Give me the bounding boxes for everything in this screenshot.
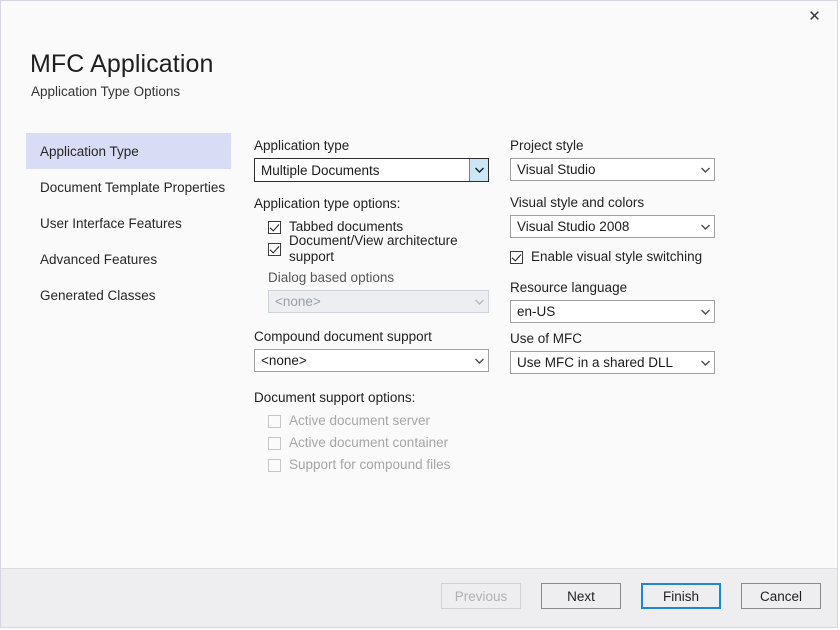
sidebar-item-advanced-features[interactable]: Advanced Features [26, 241, 231, 277]
visual-style-and-colors-label: Visual style and colors [510, 195, 715, 211]
checkbox-support-for-compound-files: Support for compound files [254, 454, 489, 476]
right-options-column: Project style Visual Studio Visual style… [510, 138, 715, 374]
mfc-wizard-window: ✕ MFC Application Application Type Optio… [0, 0, 838, 628]
page-header: MFC Application Application Type Options [30, 49, 730, 100]
checkbox-label: Enable visual style switching [531, 249, 702, 265]
checkbox-icon [268, 415, 281, 428]
chevron-down-icon [697, 216, 714, 237]
wizard-footer: Previous Next Finish Cancel [1, 568, 837, 627]
wizard-button-bar: Previous Next Finish Cancel [441, 583, 821, 609]
sidebar-item-label: Advanced Features [40, 252, 157, 267]
sidebar-item-label: Generated Classes [40, 288, 156, 303]
title-bar: ✕ [1, 1, 837, 33]
content-area: Application Type Document Template Prope… [1, 121, 837, 568]
sidebar-item-application-type[interactable]: Application Type [26, 133, 231, 169]
project-style-value: Visual Studio [511, 159, 697, 180]
sidebar-item-document-template-properties[interactable]: Document Template Properties [26, 169, 231, 205]
checkbox-label: Document/View architecture support [289, 233, 489, 265]
sidebar-item-label: User Interface Features [40, 216, 182, 231]
chevron-down-icon [469, 159, 488, 181]
resource-language-label: Resource language [510, 280, 715, 296]
resource-language-value: en-US [511, 301, 697, 322]
finish-button[interactable]: Finish [641, 583, 721, 609]
checkbox-icon [268, 459, 281, 472]
project-style-label: Project style [510, 138, 715, 154]
use-of-mfc-label: Use of MFC [510, 331, 715, 347]
sidebar-item-label: Application Type [40, 144, 139, 159]
previous-button: Previous [441, 583, 521, 609]
application-type-select[interactable]: Multiple Documents [254, 158, 489, 182]
checkbox-label: Active document container [289, 435, 448, 451]
compound-document-support-select[interactable]: <none> [254, 349, 489, 372]
document-support-options-label: Document support options: [254, 390, 489, 405]
sidebar-item-label: Document Template Properties [40, 180, 225, 195]
chevron-down-icon [697, 352, 714, 373]
visual-style-and-colors-select[interactable]: Visual Studio 2008 [510, 215, 715, 238]
dialog-based-options-value: <none> [269, 291, 471, 312]
visual-style-and-colors-value: Visual Studio 2008 [511, 216, 697, 237]
chevron-down-icon [471, 350, 488, 371]
checkbox-enable-visual-style-switching[interactable]: Enable visual style switching [510, 246, 715, 268]
checkbox-active-document-container: Active document container [254, 432, 489, 454]
middle-options-column: Application type Multiple Documents Appl… [254, 138, 489, 476]
checkbox-label: Support for compound files [289, 457, 450, 473]
dialog-based-options-select: <none> [268, 290, 489, 313]
checkbox-active-document-server: Active document server [254, 410, 489, 432]
use-of-mfc-value: Use MFC in a shared DLL [511, 352, 697, 373]
use-of-mfc-select[interactable]: Use MFC in a shared DLL [510, 351, 715, 374]
chevron-down-icon [471, 291, 488, 312]
checkbox-document-view-architecture-support[interactable]: Document/View architecture support [254, 238, 489, 260]
dialog-based-options-label: Dialog based options [254, 270, 489, 285]
checkbox-icon [268, 243, 281, 256]
next-button[interactable]: Next [541, 583, 621, 609]
sidebar-item-generated-classes[interactable]: Generated Classes [26, 277, 231, 313]
close-button[interactable]: ✕ [792, 1, 837, 32]
checkbox-icon [510, 251, 523, 264]
application-type-value: Multiple Documents [255, 160, 469, 181]
chevron-down-icon [697, 159, 714, 180]
page-title: MFC Application [30, 49, 730, 79]
resource-language-select[interactable]: en-US [510, 300, 715, 323]
application-type-options-label: Application type options: [254, 196, 489, 211]
application-type-label: Application type [254, 138, 489, 154]
project-style-select[interactable]: Visual Studio [510, 158, 715, 181]
chevron-down-icon [697, 301, 714, 322]
checkbox-icon [268, 437, 281, 450]
checkbox-icon [268, 221, 281, 234]
compound-document-support-value: <none> [255, 350, 471, 371]
page-subtitle: Application Type Options [31, 83, 730, 100]
cancel-button[interactable]: Cancel [741, 583, 821, 609]
sidebar-item-user-interface-features[interactable]: User Interface Features [26, 205, 231, 241]
checkbox-label: Active document server [289, 413, 430, 429]
compound-document-support-label: Compound document support [254, 329, 489, 345]
wizard-nav-sidebar: Application Type Document Template Prope… [26, 133, 231, 313]
close-icon: ✕ [808, 9, 821, 24]
